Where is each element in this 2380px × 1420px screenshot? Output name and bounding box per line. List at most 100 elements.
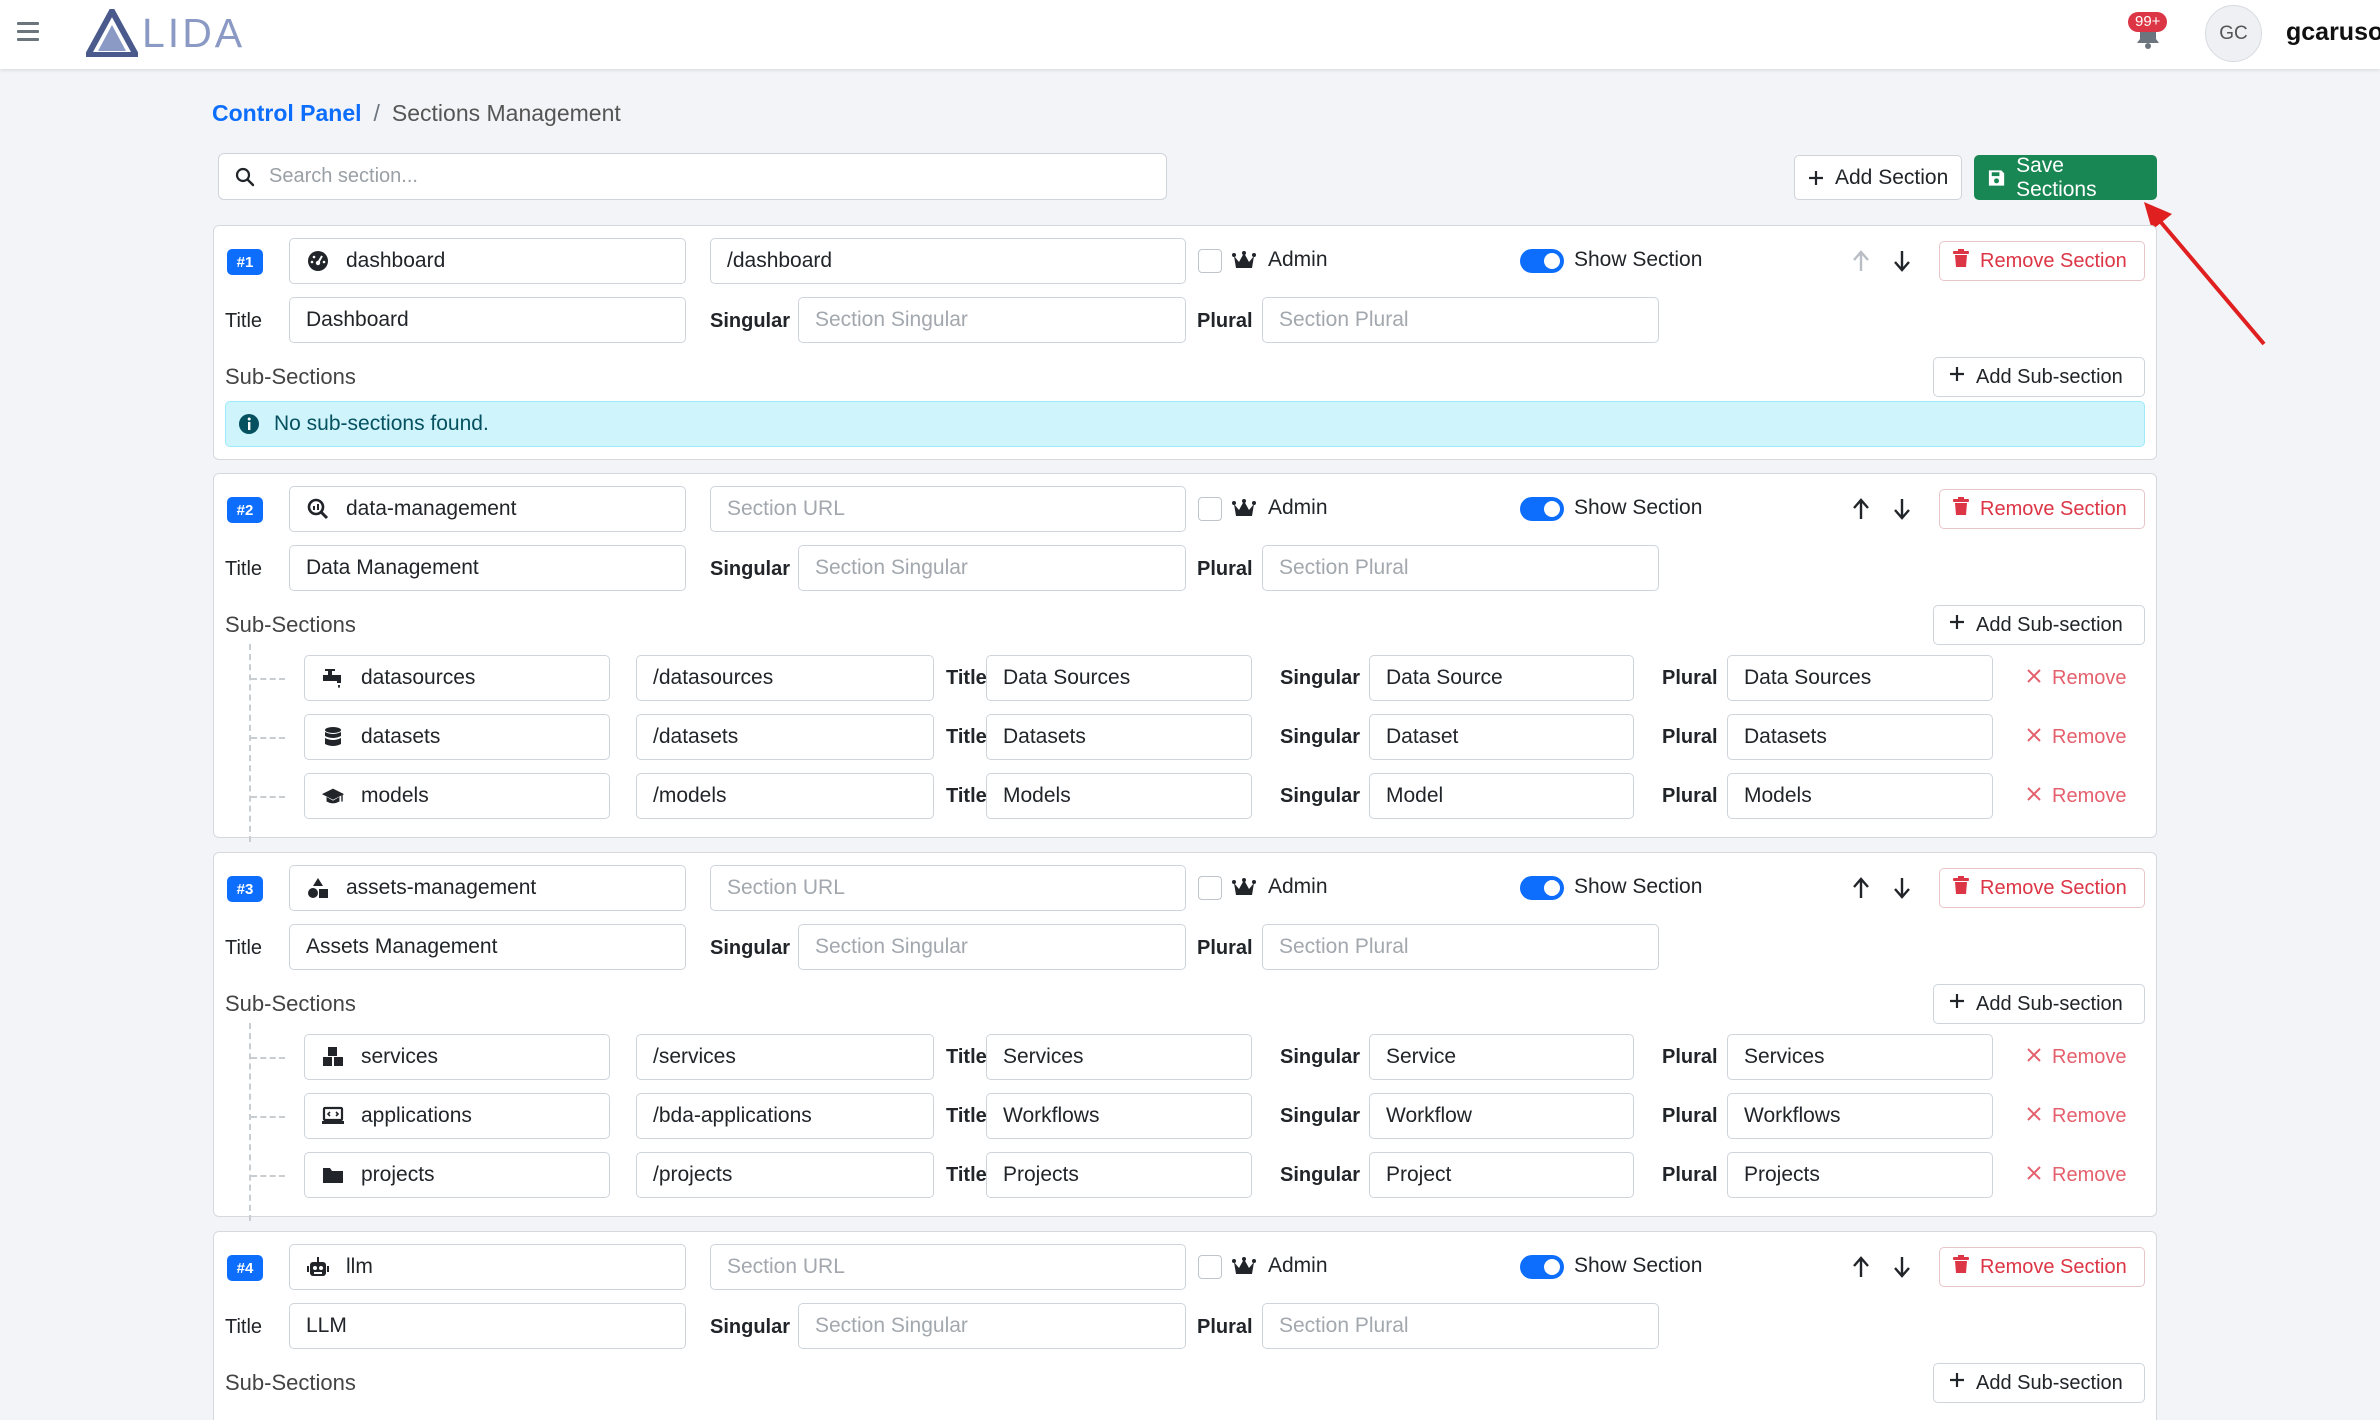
move-down-arrow-icon[interactable]: [1891, 249, 1913, 273]
search-box[interactable]: [218, 153, 1167, 200]
section-plural-field[interactable]: Section Plural: [1262, 924, 1659, 970]
show-section-toggle[interactable]: [1520, 249, 1564, 273]
avatar[interactable]: GC: [2205, 5, 2262, 62]
hamburger-menu-icon[interactable]: [17, 22, 39, 42]
admin-checkbox[interactable]: [1198, 876, 1222, 900]
sub-section-singular-field[interactable]: Workflow: [1369, 1093, 1634, 1139]
sub-section-singular-field-value: Data Source: [1386, 666, 1503, 689]
shapes-icon: [306, 876, 330, 900]
section-url-field[interactable]: Section URL: [710, 865, 1186, 911]
move-down-arrow-icon[interactable]: [1891, 497, 1913, 521]
section-singular-field[interactable]: Section Singular: [798, 297, 1186, 343]
save-sections-button[interactable]: Save Sections: [1974, 153, 2157, 201]
show-section-toggle[interactable]: [1520, 497, 1564, 521]
show-section-toggle[interactable]: [1520, 1255, 1564, 1279]
top-bar: LIDA 99+ GC gcaruso: [0, 0, 2380, 69]
section-title-field[interactable]: Data Management: [289, 545, 686, 591]
section-singular-field[interactable]: Section Singular: [798, 1303, 1186, 1349]
remove-section-button[interactable]: Remove Section: [1939, 241, 2145, 281]
section-plural-field[interactable]: Section Plural: [1262, 1303, 1659, 1349]
remove-section-button[interactable]: Remove Section: [1939, 489, 2145, 529]
sub-sections-heading: Sub-Sections: [225, 991, 356, 1016]
add-sub-section-button[interactable]: Add Sub-section: [1933, 357, 2145, 397]
move-down-arrow-icon[interactable]: [1891, 1255, 1913, 1279]
sub-section-singular-field[interactable]: Model: [1369, 773, 1634, 819]
show-section-toggle[interactable]: [1520, 876, 1564, 900]
sub-section-name-field[interactable]: models: [304, 773, 610, 819]
sub-section-title-field[interactable]: Workflows: [986, 1093, 1252, 1139]
sub-section-singular-field[interactable]: Project: [1369, 1152, 1634, 1198]
section-title-field[interactable]: Dashboard: [289, 297, 686, 343]
remove-sub-section-button[interactable]: Remove: [2026, 667, 2126, 690]
sub-section-title-field[interactable]: Datasets: [986, 714, 1252, 760]
move-up-arrow-icon[interactable]: [1850, 497, 1872, 521]
section-singular-field[interactable]: Section Singular: [798, 924, 1186, 970]
sub-section-plural-field[interactable]: Datasets: [1727, 714, 1993, 760]
sub-section-url-field[interactable]: /datasources: [636, 655, 934, 701]
search-input[interactable]: [269, 165, 1149, 188]
remove-sub-section-button[interactable]: Remove: [2026, 1164, 2126, 1187]
section-singular-field[interactable]: Section Singular: [798, 545, 1186, 591]
sub-section-name-field[interactable]: datasources: [304, 655, 610, 701]
sub-section-title-field[interactable]: Projects: [986, 1152, 1252, 1198]
sub-section-singular-field[interactable]: Data Source: [1369, 655, 1634, 701]
section-number-badge: #3: [227, 876, 263, 902]
remove-section-button[interactable]: Remove Section: [1939, 1247, 2145, 1287]
sub-section-singular-field[interactable]: Dataset: [1369, 714, 1634, 760]
sub-section-title-field[interactable]: Models: [986, 773, 1252, 819]
sub-section-url-field[interactable]: /datasets: [636, 714, 934, 760]
section-url-field[interactable]: Section URL: [710, 1244, 1186, 1290]
save-sections-label: Save Sections: [2016, 153, 2097, 201]
sub-section-name-field[interactable]: applications: [304, 1093, 610, 1139]
move-up-arrow-icon[interactable]: [1850, 876, 1872, 900]
admin-checkbox[interactable]: [1198, 497, 1222, 521]
remove-sub-section-button[interactable]: Remove: [2026, 785, 2126, 808]
title-label: Title: [225, 1316, 263, 1338]
sub-section-url-field-value: /datasets: [653, 725, 739, 748]
breadcrumb-control-panel[interactable]: Control Panel: [212, 100, 362, 127]
remove-sub-section-button[interactable]: Remove: [2026, 1105, 2126, 1128]
sub-section-plural-field[interactable]: Projects: [1727, 1152, 1993, 1198]
add-sub-section-button[interactable]: Add Sub-section: [1933, 605, 2145, 645]
sub-section-title-field[interactable]: Services: [986, 1034, 1252, 1080]
add-section-button[interactable]: Add Section: [1794, 155, 1962, 200]
sub-section-url-field[interactable]: /projects: [636, 1152, 934, 1198]
sub-section-name-field[interactable]: projects: [304, 1152, 610, 1198]
annotation-arrow-icon: [2144, 202, 2266, 346]
sub-section-singular-field[interactable]: Service: [1369, 1034, 1634, 1080]
sub-section-url-field[interactable]: /services: [636, 1034, 934, 1080]
section-plural-field[interactable]: Section Plural: [1262, 545, 1659, 591]
section-url-field-value: /dashboard: [727, 249, 833, 272]
section-name-field[interactable]: assets-management: [289, 865, 686, 911]
section-url-field[interactable]: Section URL: [710, 486, 1186, 532]
remove-sub-section-button[interactable]: Remove: [2026, 1046, 2126, 1069]
sub-section-plural-field[interactable]: Services: [1727, 1034, 1993, 1080]
add-sub-section-button[interactable]: Add Sub-section: [1933, 1363, 2145, 1403]
move-up-arrow-icon[interactable]: [1850, 1255, 1872, 1279]
admin-checkbox[interactable]: [1198, 1255, 1222, 1279]
remove-section-button[interactable]: Remove Section: [1939, 868, 2145, 908]
sub-section-title-field[interactable]: Data Sources: [986, 655, 1252, 701]
section-url-field[interactable]: /dashboard: [710, 238, 1186, 284]
admin-checkbox[interactable]: [1198, 249, 1222, 273]
section-name-field[interactable]: llm: [289, 1244, 686, 1290]
sub-section-name-field[interactable]: datasets: [304, 714, 610, 760]
app-logo[interactable]: LIDA: [86, 8, 245, 58]
section-name-field[interactable]: dashboard: [289, 238, 686, 284]
section-plural-field[interactable]: Section Plural: [1262, 297, 1659, 343]
section-title-field[interactable]: Assets Management: [289, 924, 686, 970]
add-sub-section-button[interactable]: Add Sub-section: [1933, 984, 2145, 1024]
section-title-field[interactable]: LLM: [289, 1303, 686, 1349]
move-down-arrow-icon[interactable]: [1891, 876, 1913, 900]
username[interactable]: gcaruso: [2286, 18, 2380, 47]
sub-section-plural-field[interactable]: Data Sources: [1727, 655, 1993, 701]
remove-sub-section-button[interactable]: Remove: [2026, 726, 2126, 749]
sub-section-url-field[interactable]: /models: [636, 773, 934, 819]
section-name-field[interactable]: data-management: [289, 486, 686, 532]
sub-section-name-field[interactable]: services: [304, 1034, 610, 1080]
sub-section-plural-field[interactable]: Workflows: [1727, 1093, 1993, 1139]
breadcrumb: Control Panel / Sections Management: [212, 100, 621, 127]
sub-section-url-field[interactable]: /bda-applications: [636, 1093, 934, 1139]
sub-section-plural-field[interactable]: Models: [1727, 773, 1993, 819]
add-sub-section-label: Add Sub-section: [1976, 1371, 2123, 1394]
